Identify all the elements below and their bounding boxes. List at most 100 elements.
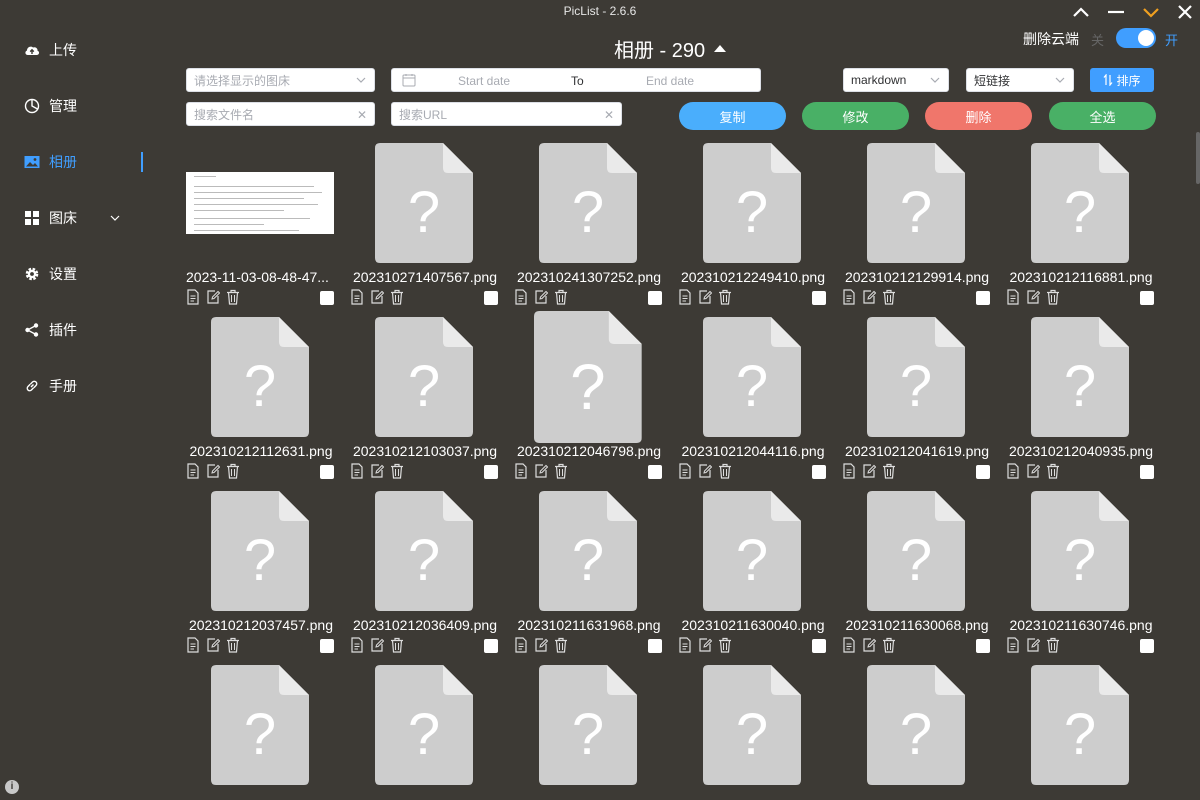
mini-window-button[interactable] xyxy=(1136,0,1166,24)
trash-icon[interactable] xyxy=(718,289,732,305)
image-card[interactable]: ? xyxy=(1006,665,1156,800)
link-type-select[interactable]: 短链接 xyxy=(966,68,1074,92)
trash-icon[interactable] xyxy=(390,637,404,653)
image-card[interactable]: ? 202310211631968.png xyxy=(514,491,664,661)
trash-icon[interactable] xyxy=(554,463,568,479)
trash-icon[interactable] xyxy=(226,289,240,305)
unknown-file-icon[interactable]: ? xyxy=(539,143,637,263)
unknown-file-icon[interactable]: ? xyxy=(375,143,473,263)
edit-icon[interactable] xyxy=(206,637,221,653)
image-checkbox[interactable] xyxy=(1140,291,1154,305)
trash-icon[interactable] xyxy=(718,463,732,479)
image-bed-select[interactable]: 请选择显示的图床 xyxy=(186,68,375,92)
edit-icon[interactable] xyxy=(534,289,549,305)
image-card[interactable]: ? xyxy=(350,665,500,800)
unknown-file-icon[interactable]: ? xyxy=(211,491,309,611)
trash-icon[interactable] xyxy=(882,463,896,479)
unknown-file-icon[interactable]: ? xyxy=(534,311,642,443)
unknown-file-icon[interactable]: ? xyxy=(867,317,965,437)
image-card[interactable]: ? 202310271407567.png xyxy=(350,143,500,313)
edit-icon[interactable] xyxy=(862,637,877,653)
file-text-icon[interactable] xyxy=(350,637,364,653)
unknown-file-icon[interactable]: ? xyxy=(539,665,637,785)
info-icon[interactable]: i xyxy=(5,780,19,794)
image-card[interactable]: ? 202310212041619.png xyxy=(842,317,992,487)
trash-icon[interactable] xyxy=(718,637,732,653)
unknown-file-icon[interactable]: ? xyxy=(1031,491,1129,611)
sidebar-item-upload[interactable]: 上传 xyxy=(24,38,77,62)
select-all-button[interactable]: 全选 xyxy=(1049,102,1156,130)
sidebar-item-manual[interactable]: 手册 xyxy=(24,374,77,398)
end-date-input[interactable]: End date xyxy=(646,74,694,88)
image-checkbox[interactable] xyxy=(648,639,662,653)
search-url-input[interactable]: 搜索URL ✕ xyxy=(391,102,622,126)
edit-icon[interactable] xyxy=(698,463,713,479)
trash-icon[interactable] xyxy=(390,463,404,479)
edit-icon[interactable] xyxy=(534,463,549,479)
unknown-file-icon[interactable]: ? xyxy=(867,491,965,611)
file-text-icon[interactable] xyxy=(350,289,364,305)
edit-icon[interactable] xyxy=(370,289,385,305)
file-text-icon[interactable] xyxy=(186,463,200,479)
unknown-file-icon[interactable]: ? xyxy=(703,665,801,785)
image-card[interactable]: ? xyxy=(678,665,828,800)
unknown-file-icon[interactable]: ? xyxy=(703,317,801,437)
image-card[interactable]: ? 202310211630068.png xyxy=(842,491,992,661)
image-checkbox[interactable] xyxy=(976,291,990,305)
file-text-icon[interactable] xyxy=(514,463,528,479)
file-text-icon[interactable] xyxy=(842,637,856,653)
edit-icon[interactable] xyxy=(1026,463,1041,479)
edit-icon[interactable] xyxy=(370,637,385,653)
edit-icon[interactable] xyxy=(698,637,713,653)
file-text-icon[interactable] xyxy=(186,637,200,653)
image-checkbox[interactable] xyxy=(1140,465,1154,479)
image-card[interactable]: ? 202310212129914.png xyxy=(842,143,992,313)
image-card[interactable]: ? xyxy=(514,665,664,800)
unknown-file-icon[interactable]: ? xyxy=(867,665,965,785)
sidebar-item-plugins[interactable]: 插件 xyxy=(24,318,77,342)
edit-button[interactable]: 修改 xyxy=(802,102,909,130)
sidebar-item-manage[interactable]: 管理 xyxy=(24,94,77,118)
image-checkbox[interactable] xyxy=(812,639,826,653)
unknown-file-icon[interactable]: ? xyxy=(375,491,473,611)
search-filename-input[interactable]: 搜索文件名 ✕ xyxy=(186,102,375,126)
delete-button[interactable]: 删除 xyxy=(925,102,1032,130)
trash-icon[interactable] xyxy=(226,463,240,479)
image-card[interactable]: ? 202310212040935.png xyxy=(1006,317,1156,487)
image-card[interactable]: ? 202310212112631.png xyxy=(186,317,336,487)
trash-icon[interactable] xyxy=(554,637,568,653)
sidebar-item-settings[interactable]: 设置 xyxy=(24,262,77,286)
file-text-icon[interactable] xyxy=(678,463,692,479)
sort-button[interactable]: 排序 xyxy=(1090,68,1154,92)
image-checkbox[interactable] xyxy=(484,291,498,305)
unknown-file-icon[interactable]: ? xyxy=(211,317,309,437)
file-text-icon[interactable] xyxy=(514,289,528,305)
format-select[interactable]: markdown xyxy=(843,68,949,92)
unknown-file-icon[interactable]: ? xyxy=(375,665,473,785)
unknown-file-icon[interactable]: ? xyxy=(703,143,801,263)
file-text-icon[interactable] xyxy=(350,463,364,479)
trash-icon[interactable] xyxy=(882,637,896,653)
edit-icon[interactable] xyxy=(1026,289,1041,305)
image-checkbox[interactable] xyxy=(812,291,826,305)
minimize-button[interactable] xyxy=(1101,0,1131,24)
unknown-file-icon[interactable]: ? xyxy=(867,143,965,263)
date-range-picker[interactable]: Start date To End date xyxy=(391,68,761,92)
image-checkbox[interactable] xyxy=(1140,639,1154,653)
image-card[interactable]: ? 202310212044116.png xyxy=(678,317,828,487)
image-card[interactable]: ? xyxy=(842,665,992,800)
unknown-file-icon[interactable]: ? xyxy=(539,491,637,611)
trash-icon[interactable] xyxy=(1046,637,1060,653)
file-text-icon[interactable] xyxy=(1006,289,1020,305)
file-text-icon[interactable] xyxy=(842,289,856,305)
scrollbar[interactable] xyxy=(1196,132,1200,184)
cloud-delete-switch[interactable] xyxy=(1116,28,1156,48)
file-text-icon[interactable] xyxy=(1006,463,1020,479)
unknown-file-icon[interactable]: ? xyxy=(1031,143,1129,263)
clear-icon[interactable]: ✕ xyxy=(604,108,614,122)
trash-icon[interactable] xyxy=(226,637,240,653)
image-checkbox[interactable] xyxy=(320,639,334,653)
image-card[interactable]: ? 202310212116881.png xyxy=(1006,143,1156,313)
image-card[interactable]: ? 202310211630746.png xyxy=(1006,491,1156,661)
sidebar-item-gallery[interactable]: 相册 xyxy=(24,150,77,174)
